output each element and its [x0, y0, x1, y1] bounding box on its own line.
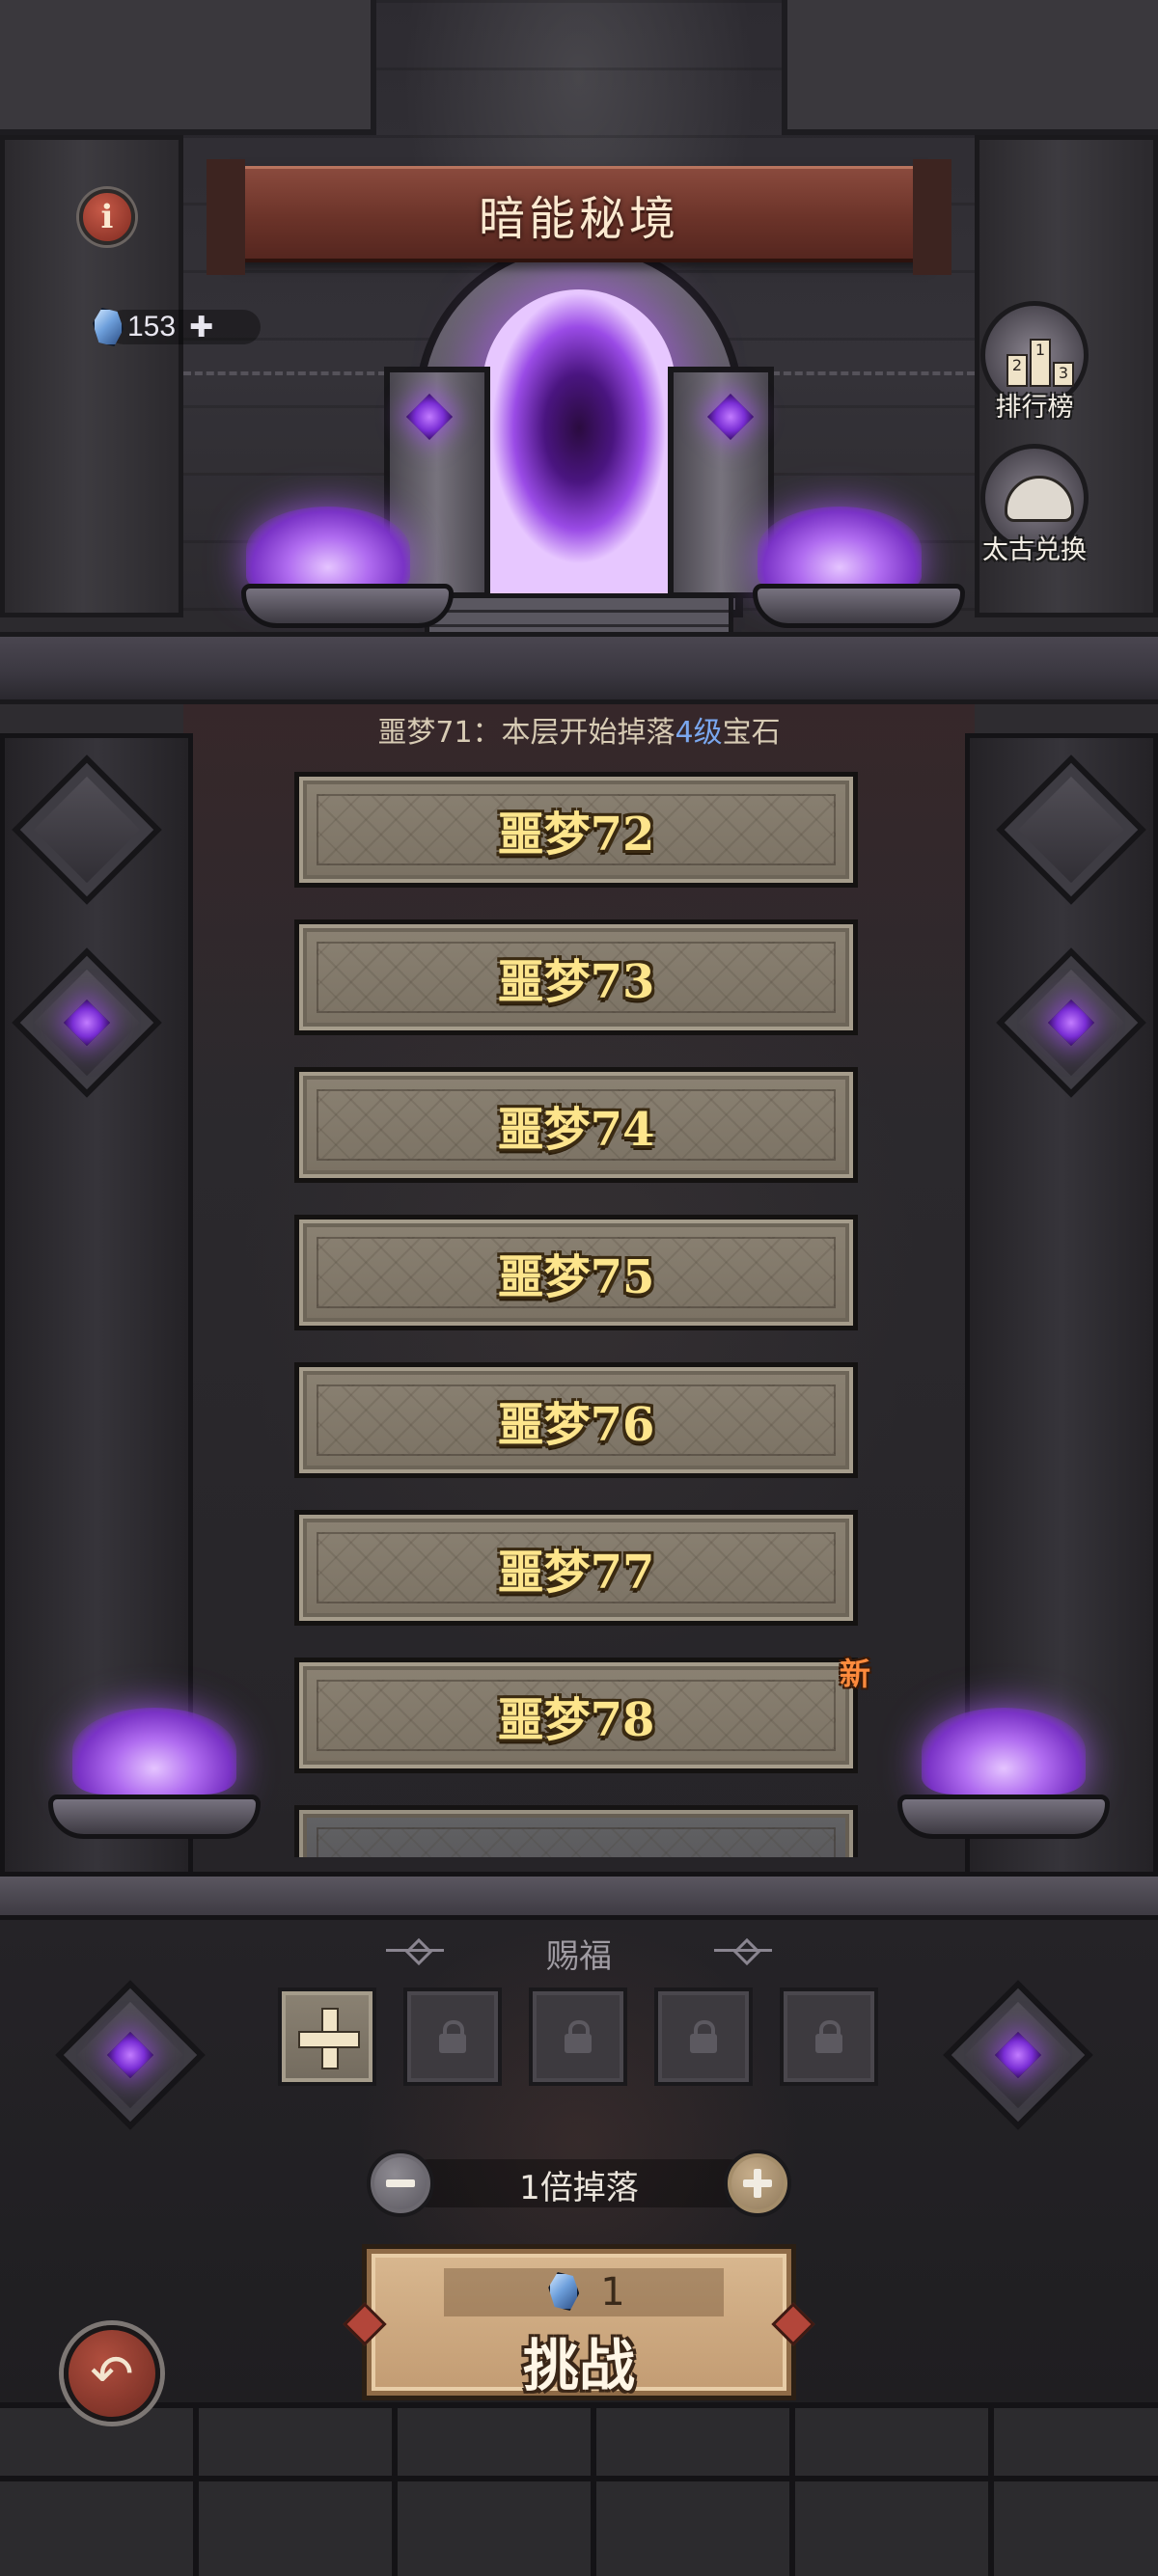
turtle-icon [1005, 476, 1074, 522]
floor-button[interactable]: 噩梦78 [294, 1658, 858, 1773]
floor-label: 噩梦78 [497, 1693, 655, 1747]
status-highlight: 4级 [675, 716, 723, 750]
info-icon: i [100, 198, 114, 236]
left-brazier [241, 584, 454, 628]
floor-button[interactable]: 噩梦76 [294, 1362, 858, 1478]
floor-button[interactable]: 噩梦74 [294, 1067, 858, 1183]
podium-icon: 2 1 3 [1006, 329, 1074, 387]
floor-button[interactable]: 噩梦72 [294, 772, 858, 888]
decrease-multiplier-button[interactable] [367, 2150, 434, 2217]
floor-label: 噩梦72 [497, 808, 655, 862]
right-chain [772, 371, 975, 381]
top-right-beam [782, 0, 1158, 135]
status-suffix: 宝石 [722, 716, 781, 750]
lower-stone-ledge [0, 1872, 1158, 1920]
floor-button[interactable]: 噩梦75 [294, 1215, 858, 1330]
left-chain [183, 371, 386, 381]
back-button[interactable]: ↶ [64, 2325, 160, 2422]
increase-multiplier-button[interactable] [724, 2150, 791, 2217]
portal-steps [425, 593, 733, 637]
ancient-exchange-button[interactable]: 太古兑换 [977, 444, 1092, 566]
blessing-title: 赐福 [546, 1937, 612, 1976]
plus-icon [298, 2008, 360, 2069]
blessing-right-ornament [714, 1944, 772, 1958]
add-blessing-slot[interactable] [278, 1987, 376, 2086]
ranking-button[interactable]: 2 1 3 排行榜 [977, 301, 1092, 424]
challenge-cost-value: 1 [600, 2270, 625, 2315]
floor-label: 噩梦74 [497, 1103, 655, 1157]
challenge-cost: 1 [444, 2268, 724, 2316]
floor-label: 噩梦77 [497, 1546, 655, 1600]
add-currency-button[interactable]: ✚ [189, 311, 213, 344]
locked-blessing-slot[interactable] [529, 1987, 627, 2086]
lower-left-brazier [48, 1795, 261, 1839]
plus-icon-v [754, 2169, 761, 2198]
challenge-button[interactable]: 1 挑战 [362, 2244, 796, 2400]
floor-button-partial[interactable] [294, 1805, 858, 1857]
floor-label: 噩梦73 [497, 955, 655, 1009]
drop-multiplier-control: 1倍掉落 [367, 2150, 791, 2217]
floor-button[interactable]: 噩梦77 [294, 1510, 858, 1626]
minus-icon [386, 2179, 415, 2187]
title-banner: 暗能秘境 [207, 159, 951, 275]
lock-icon [565, 2020, 592, 2053]
lock-icon [690, 2020, 717, 2053]
locked-blessing-slot[interactable] [780, 1987, 878, 2086]
challenge-label: 挑战 [522, 2333, 635, 2398]
floor-tiles [0, 2402, 1158, 2576]
page-title: 暗能秘境 [478, 191, 679, 246]
info-button[interactable]: i [79, 189, 135, 245]
back-arrow-icon: ↶ [90, 2343, 134, 2404]
blue-crystal-icon [542, 2270, 581, 2315]
drop-status-text: 噩梦71：本层开始掉落4级宝石 [0, 708, 1158, 754]
blue-crystal-icon [87, 306, 125, 348]
purple-portal [482, 289, 676, 598]
ranking-label: 排行榜 [995, 393, 1074, 423]
lock-icon [815, 2020, 842, 2053]
blessing-slots [278, 1987, 878, 2086]
lower-right-purple-flame [922, 1708, 1086, 1795]
floor-button[interactable]: 噩梦73 [294, 919, 858, 1035]
floor-label: 噩梦76 [497, 1398, 655, 1452]
floor-label: 噩梦75 [497, 1250, 655, 1304]
floor-list[interactable]: 噩梦72 噩梦73 噩梦74 噩梦75 噩梦76 噩梦77 噩梦78 [294, 772, 858, 1857]
currency-value: 153 [127, 311, 177, 343]
new-badge: 新 [840, 1656, 871, 1692]
right-brazier [753, 584, 965, 628]
lock-icon [439, 2020, 466, 2053]
stone-platform [0, 632, 1158, 704]
currency-display: 153 ✚ [87, 304, 261, 350]
multiplier-label: 1倍掉落 [519, 2169, 639, 2207]
lower-right-brazier [897, 1795, 1110, 1839]
locked-blessing-slot[interactable] [654, 1987, 753, 2086]
locked-blessing-slot[interactable] [403, 1987, 502, 2086]
exchange-label: 太古兑换 [982, 535, 1087, 565]
lower-left-purple-flame [72, 1708, 236, 1795]
top-left-beam [0, 0, 376, 135]
right-purple-flame [758, 507, 922, 593]
status-prefix: 噩梦71：本层开始掉落 [377, 716, 676, 750]
left-purple-flame [246, 507, 410, 593]
